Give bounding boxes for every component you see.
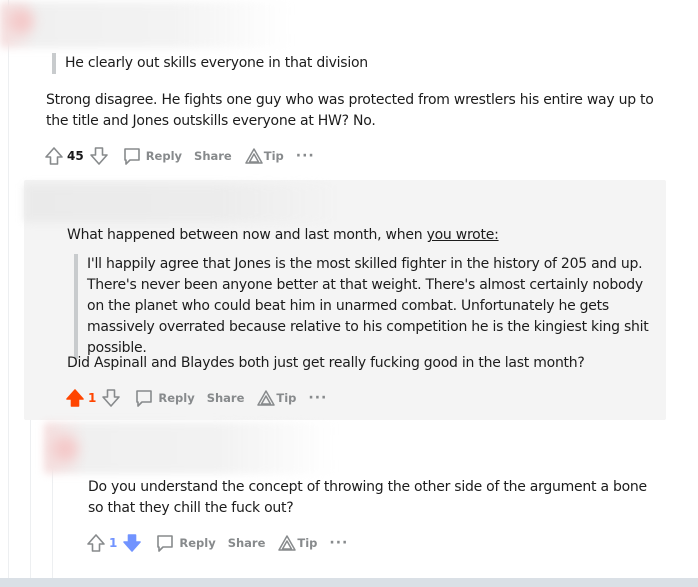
comment-bubble-icon	[136, 390, 153, 407]
comment-actions: 45 Reply Share Tip ···	[43, 144, 315, 168]
avatar	[8, 8, 34, 34]
tip-button[interactable]: Tip	[277, 534, 317, 552]
reply-button[interactable]: Reply	[122, 146, 182, 166]
thread-line[interactable]	[8, 0, 9, 578]
upvote-icon[interactable]	[85, 532, 107, 554]
reply-label: Reply	[179, 536, 216, 550]
downvote-icon[interactable]	[88, 145, 110, 167]
share-label: Share	[206, 391, 245, 405]
comment-header-redacted	[24, 184, 344, 222]
downvote-icon[interactable]	[100, 387, 122, 409]
avatar	[52, 436, 78, 462]
downvote-icon[interactable]	[121, 532, 143, 554]
tip-button[interactable]: Tip	[244, 147, 284, 165]
share-label: Share	[227, 536, 266, 550]
tip-button[interactable]: Tip	[256, 389, 296, 407]
share-button[interactable]: Share	[194, 149, 232, 163]
upvote-icon[interactable]	[43, 145, 65, 167]
share-button[interactable]: Share	[228, 536, 266, 550]
comment-body: Strong disagree. He fights one guy who w…	[46, 92, 654, 129]
tip-label: Tip	[297, 536, 318, 550]
more-icon: ···	[295, 148, 315, 164]
share-button[interactable]: Share	[207, 391, 245, 405]
intro-text: What happened between now and last month…	[67, 227, 427, 243]
tip-label: Tip	[276, 391, 297, 405]
more-options-button[interactable]: ···	[329, 535, 348, 551]
page-footer-divider	[0, 578, 698, 587]
comment-intro: What happened between now and last month…	[67, 225, 657, 246]
tip-label: Tip	[263, 149, 284, 163]
quoted-text: I'll happily agree that Jones is the mos…	[74, 254, 654, 359]
reply-button[interactable]: Reply	[134, 388, 195, 408]
you-wrote-link[interactable]: you wrote:	[427, 227, 499, 243]
more-icon: ···	[308, 390, 328, 406]
upvote-icon[interactable]	[64, 387, 86, 409]
reply-button[interactable]: Reply	[155, 533, 216, 553]
reply-label: Reply	[145, 149, 183, 163]
vote-count: 1	[109, 536, 118, 550]
quote-text: I'll happily agree that Jones is the mos…	[87, 256, 649, 356]
quote-text: He clearly out skills everyone in that d…	[65, 55, 368, 71]
vote-count: 1	[88, 391, 97, 405]
comment-actions: 1 Reply Share Tip ···	[85, 531, 348, 555]
comment-bubble-icon	[157, 535, 174, 552]
comment-body: Do you understand the concept of throwin…	[88, 479, 647, 516]
quoted-text: He clearly out skills everyone in that d…	[52, 53, 652, 74]
more-icon: ···	[329, 535, 349, 551]
tip-icon	[278, 535, 297, 551]
comment-actions: 1 Reply Share Tip ···	[64, 386, 327, 410]
tip-icon	[257, 390, 276, 406]
vote-count: 45	[67, 149, 84, 163]
more-options-button[interactable]: ···	[308, 390, 327, 406]
reply-label: Reply	[158, 391, 195, 405]
tip-icon	[244, 148, 263, 164]
share-label: Share	[194, 149, 232, 163]
comment-body: Did Aspinall and Blaydes both just get r…	[67, 355, 585, 371]
more-options-button[interactable]: ···	[296, 148, 315, 164]
comment-header-redacted	[44, 422, 334, 474]
comment-header-redacted	[0, 2, 290, 48]
comment-bubble-icon	[123, 148, 140, 165]
